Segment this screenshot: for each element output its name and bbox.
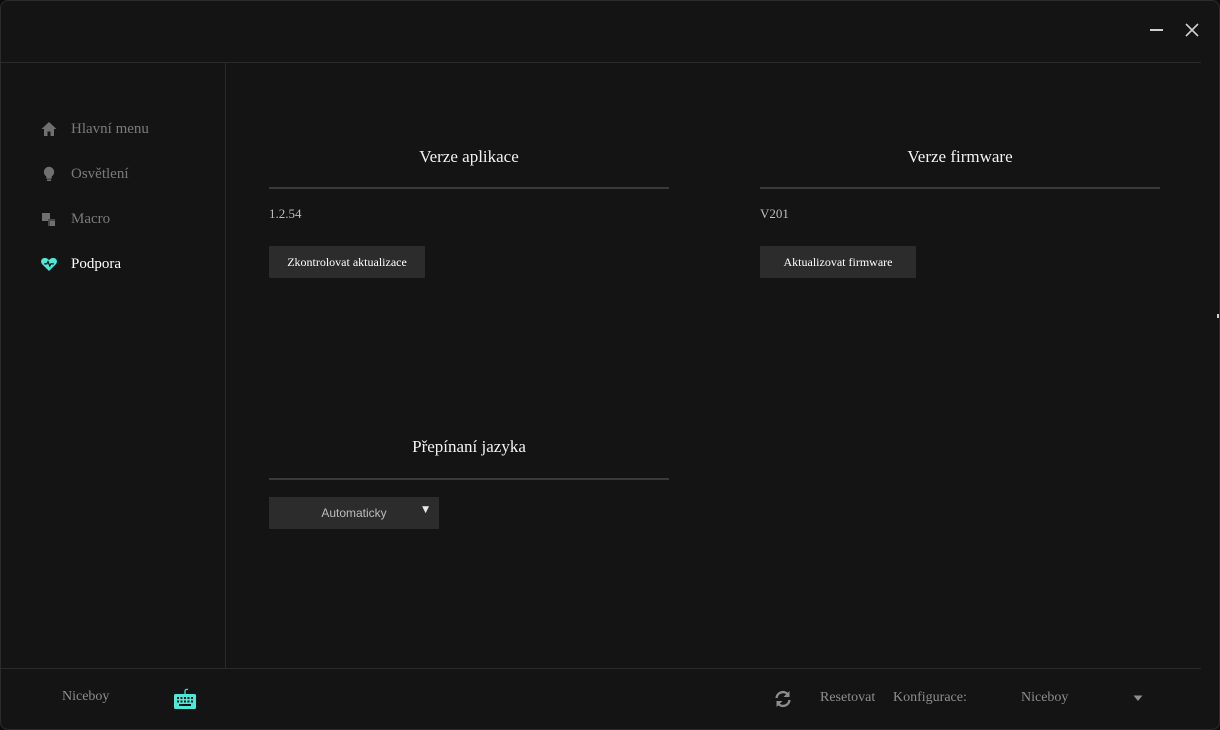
language-divider bbox=[269, 478, 669, 480]
firmware-version-divider bbox=[760, 187, 1160, 189]
config-label: Konfigurace: bbox=[893, 690, 967, 705]
minimize-icon bbox=[1149, 29, 1163, 31]
refresh-icon[interactable] bbox=[773, 689, 793, 714]
sidebar-divider bbox=[225, 63, 226, 668]
sidebar-item-label: Osvětlení bbox=[71, 165, 129, 182]
app-window: Hlavní menu Osvětlení Macro Podpora Verz… bbox=[0, 0, 1220, 730]
check-updates-button[interactable]: Zkontrolovat aktualizace bbox=[269, 246, 425, 278]
firmware-version-title: Verze firmware bbox=[907, 147, 1013, 166]
lightbulb-icon bbox=[39, 164, 59, 184]
app-version-divider bbox=[269, 187, 669, 189]
language-select-value: Automaticky bbox=[321, 506, 387, 520]
header-divider bbox=[1, 62, 1201, 63]
language-title: Přepínaní jazyka bbox=[412, 437, 526, 456]
language-select[interactable]: Automaticky ▼ bbox=[269, 497, 439, 529]
close-button[interactable] bbox=[1181, 19, 1203, 41]
device-name: Niceboy bbox=[62, 689, 110, 704]
sidebar-item-label: Hlavní menu bbox=[71, 120, 149, 137]
sidebar-item-macro[interactable]: Macro bbox=[39, 207, 110, 231]
heart-icon bbox=[39, 254, 59, 274]
title-bar bbox=[1, 1, 1219, 62]
firmware-version-value: V201 bbox=[760, 206, 789, 221]
reset-button[interactable]: Resetovat bbox=[820, 690, 875, 706]
app-version-title: Verze aplikace bbox=[419, 147, 519, 166]
sidebar-item-main-menu[interactable]: Hlavní menu bbox=[39, 117, 149, 141]
close-icon bbox=[1185, 23, 1199, 37]
keyboard-icon[interactable] bbox=[173, 688, 197, 715]
sidebar-item-support[interactable]: Podpora bbox=[39, 252, 121, 276]
minimize-button[interactable] bbox=[1145, 19, 1167, 41]
app-version-value: 1.2.54 bbox=[269, 206, 302, 221]
sidebar-item-lighting[interactable]: Osvětlení bbox=[39, 162, 129, 186]
footer-divider bbox=[1, 668, 1201, 669]
home-icon bbox=[39, 119, 59, 139]
chevron-down-icon[interactable] bbox=[1132, 691, 1144, 709]
config-select-value[interactable]: Niceboy bbox=[1021, 690, 1068, 706]
sidebar-item-label: Macro bbox=[71, 210, 111, 227]
update-firmware-button[interactable]: Aktualizovat firmware bbox=[760, 246, 916, 278]
chevron-down-icon: ▼ bbox=[422, 505, 429, 515]
sidebar-item-label: Podpora bbox=[71, 255, 121, 272]
macro-icon bbox=[39, 209, 59, 229]
